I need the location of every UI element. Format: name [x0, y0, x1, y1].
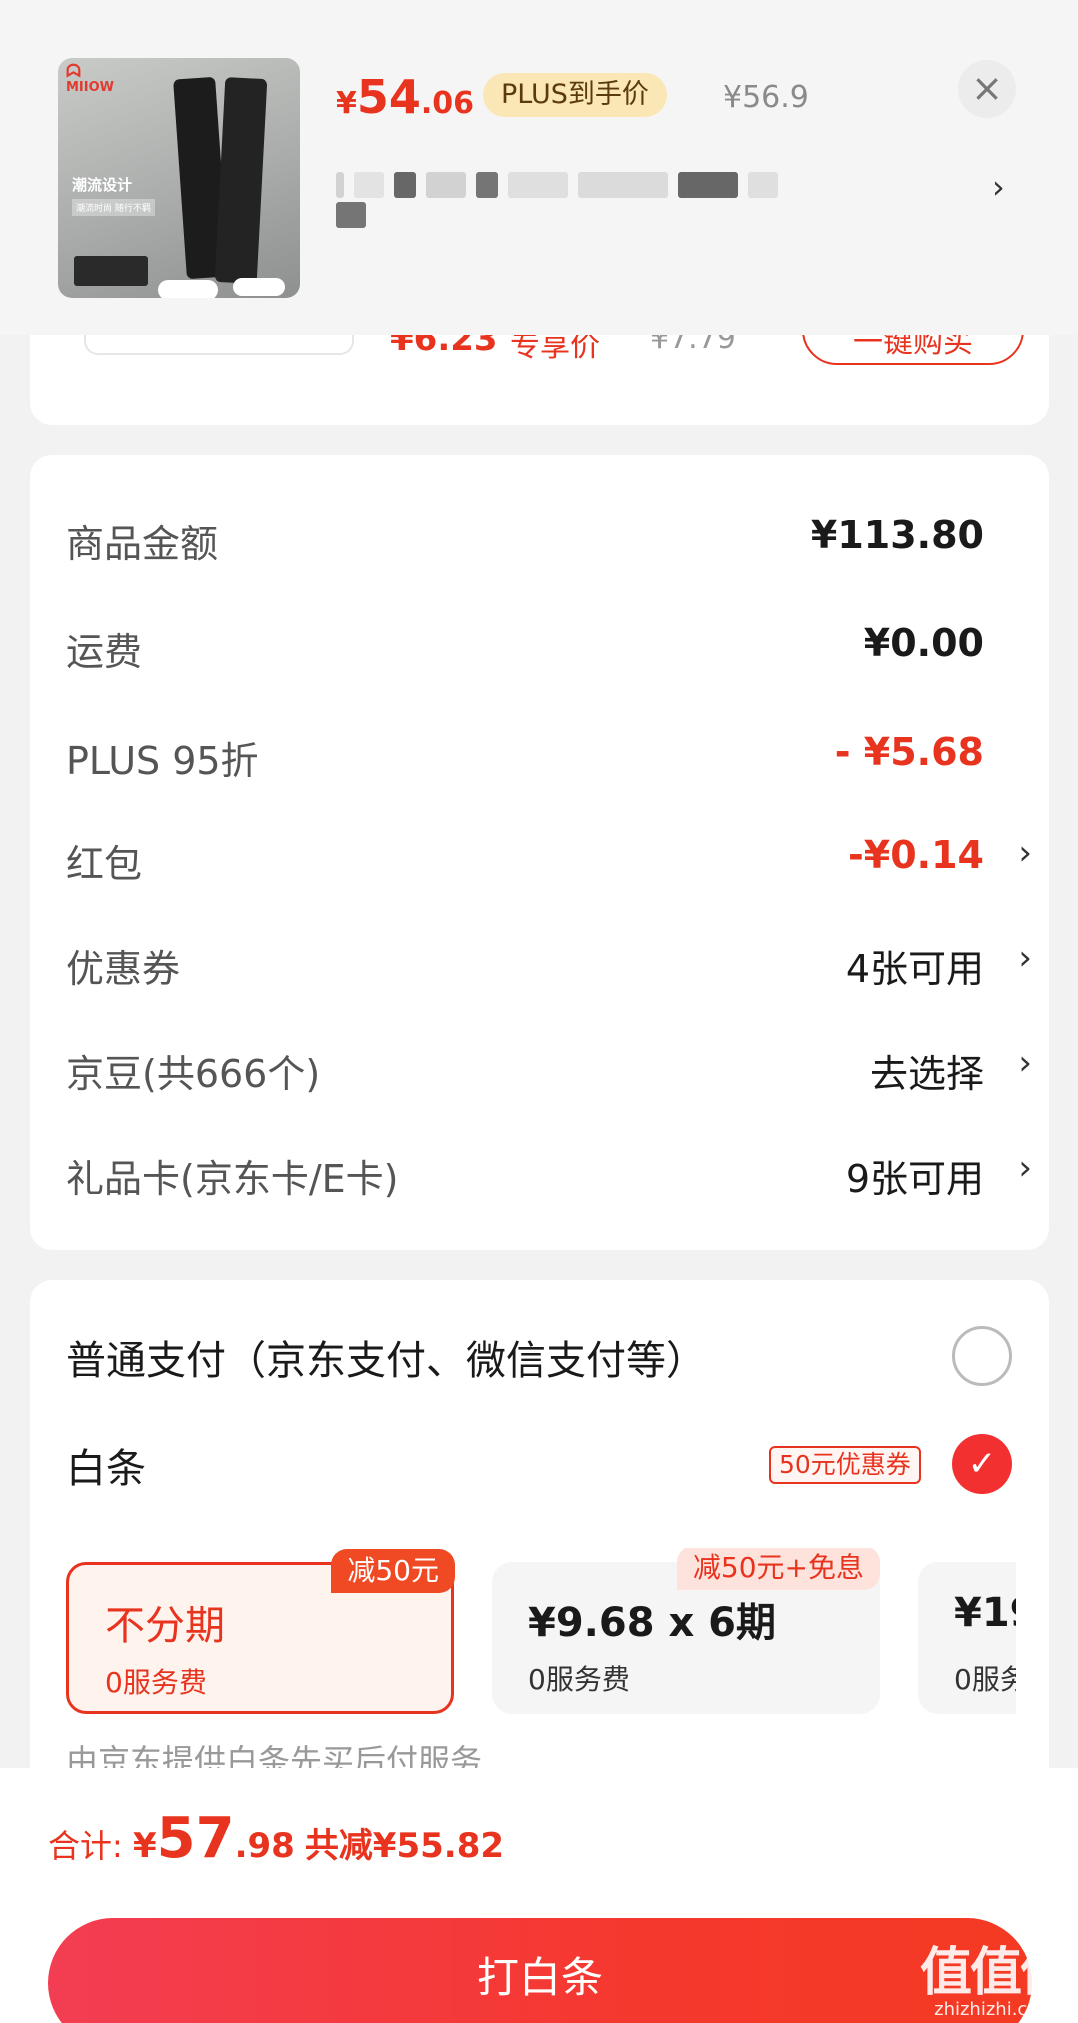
plan-fee-label: 0服务费 [954, 1663, 1016, 1696]
plan-main-label: 不分期 [105, 1603, 225, 1649]
product-thumbnail[interactable]: ᗣ MIIOW 潮流设计 潮流时尚 随行不羁 [58, 58, 300, 298]
thumb-slogan: 潮流设计 潮流时尚 随行不羁 [72, 174, 168, 260]
red-packet-value: -¥0.14 [848, 833, 984, 877]
normal-payment-radio[interactable] [952, 1326, 1012, 1386]
summary-row-shipping: 运费 ¥0.00 [66, 621, 984, 674]
related-price: ¥6.23 [390, 335, 498, 359]
original-price: ¥56.9 [723, 80, 809, 115]
shoe-right [233, 278, 285, 296]
check-icon: ✓ [967, 1444, 997, 1484]
installment-plans: 减50元 不分期 0服务费 减50元+免息 ¥9.68 x 6期 0服务费 ¥1… [66, 1548, 1016, 1738]
baitiao-radio-checked[interactable]: ✓ [952, 1434, 1012, 1494]
pants-right-leg [214, 77, 268, 284]
jingdou-value: 去选择 [869, 1052, 984, 1096]
chevron-right-icon: › [1018, 1043, 1032, 1083]
chevron-right-icon: › [1018, 938, 1032, 978]
site-watermark: 值值值 zhizhizhi.com [920, 1943, 1072, 2020]
baitiao-label[interactable]: 白条 [66, 1436, 146, 1494]
summary-row-jingdou[interactable]: 京豆(共666个) 去选择 › [66, 1035, 1032, 1096]
related-product-image [84, 335, 354, 355]
plan-no-installment[interactable]: 减50元 不分期 0服务费 [66, 1549, 455, 1714]
summary-row-plus-discount: PLUS 95折 - ¥5.68 [66, 730, 984, 783]
shoe-left [158, 280, 218, 298]
pay-baitiao-button[interactable]: 打白条 [48, 1918, 1032, 2023]
summary-row-red-packet[interactable]: 红包 -¥0.14 › [66, 825, 1032, 886]
one-click-buy-button[interactable]: 一键购买 [802, 335, 1024, 365]
baitiao-coupon-badge: 50元优惠券 [769, 1446, 921, 1484]
summary-row-gift-card[interactable]: 礼品卡(京东卡/E卡) 9张可用 › [66, 1140, 1032, 1201]
gift-card-value: 9张可用 [845, 1157, 984, 1201]
fabric-swatch [74, 256, 148, 286]
chevron-right-icon: › [1018, 833, 1032, 873]
plan-more-installments[interactable]: ¥19 0服务费 [918, 1562, 1016, 1714]
related-product-card: ¥6.23 专享价 ¥7.79 一键购买 [30, 335, 1049, 425]
plan-tag: 减50元 [331, 1549, 455, 1593]
summary-row-coupons[interactable]: 优惠券 4张可用 › [66, 930, 1032, 991]
related-original-price: ¥7.79 [650, 335, 736, 356]
checkout-footer: 合计: ¥57.98 共减¥55.82 打白条 [0, 1768, 1078, 2023]
chevron-right-icon[interactable]: › [992, 168, 1005, 206]
plan-fee-label: 0服务费 [528, 1663, 630, 1696]
plan-fee-label: 0服务费 [105, 1666, 207, 1699]
related-price-label: 专享价 [510, 335, 600, 364]
plus-price-badge: PLUS到手价 [483, 73, 667, 117]
close-button[interactable]: × [958, 60, 1016, 118]
order-total: 合计: ¥57.98 共减¥55.82 [48, 1806, 505, 1871]
plan-main-label: ¥9.68 x 6期 [528, 1600, 777, 1646]
plan-main-label: ¥19 [954, 1590, 1016, 1636]
plus-discount-value: - ¥5.68 [834, 730, 984, 774]
product-title-blurred[interactable] [336, 172, 816, 228]
product-price: ¥54.06 [336, 70, 475, 124]
brand-logo: ᗣ MIIOW [66, 61, 115, 96]
chevron-right-icon: › [1018, 1148, 1032, 1188]
product-header: ᗣ MIIOW 潮流设计 潮流时尚 随行不羁 ¥54.06 PLUS到手价 ¥56… [0, 0, 1078, 335]
coupons-value: 4张可用 [845, 947, 984, 991]
normal-payment-label[interactable]: 普通支付（京东支付、微信支付等） [66, 1328, 706, 1386]
plan-6-installments[interactable]: 减50元+免息 ¥9.68 x 6期 0服务费 [492, 1548, 880, 1714]
summary-row-goods-amount: 商品金额 ¥113.80 [66, 513, 984, 566]
plan-tag: 减50元+免息 [676, 1548, 880, 1590]
order-summary-card: 商品金额 ¥113.80 运费 ¥0.00 PLUS 95折 - ¥5.68 红… [30, 455, 1049, 1250]
total-savings: 共减¥55.82 [304, 1826, 505, 1866]
goods-amount-value: ¥113.80 [810, 513, 984, 557]
shipping-value: ¥0.00 [863, 621, 984, 665]
